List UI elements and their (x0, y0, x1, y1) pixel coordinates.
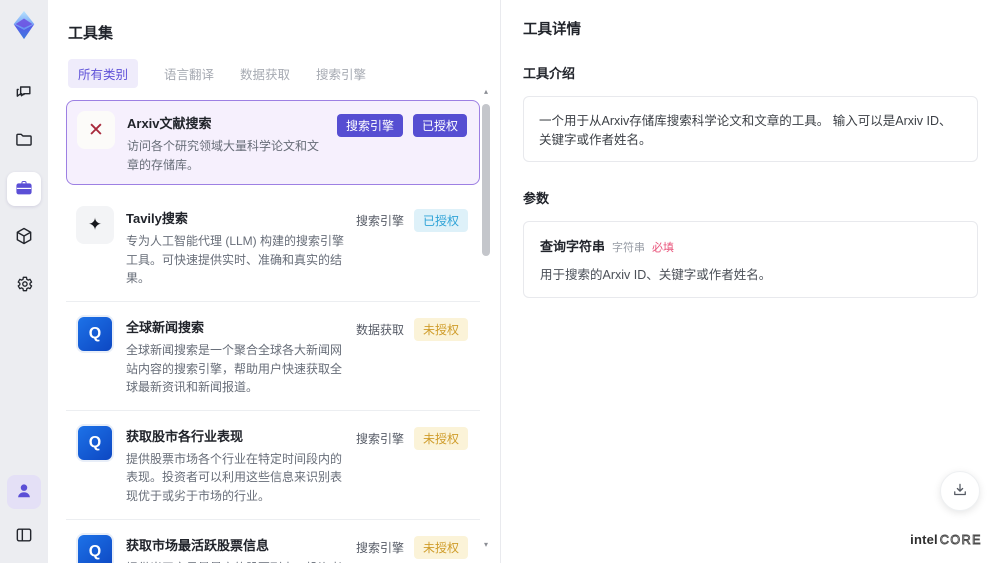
app-window: 工具集 所有类别 语言翻译 数据获取 搜索引擎 ✕ Arxiv文献搜索 访问各个研究领… (0, 0, 1000, 563)
sidebar-item-tools[interactable] (7, 172, 41, 206)
params-section-title: 参数 (523, 191, 550, 206)
core-wordmark: core (939, 533, 982, 548)
tool-auth-badge: 未授权 (413, 426, 468, 450)
tab-0[interactable]: 所有类别 (68, 59, 139, 88)
tool-category-tag: 数据获取 (355, 322, 404, 337)
download-button[interactable] (940, 471, 980, 511)
tool-auth-badge: 未授权 (413, 535, 468, 559)
tool-name: Arxiv文献搜索 (127, 116, 212, 131)
tool-auth-badge: 已授权 (412, 114, 467, 137)
folder-icon (14, 130, 34, 153)
tool-category-tag: 搜索引擎 (355, 214, 404, 229)
category-tabs: 所有类别 语言翻译 数据获取 搜索引擎 (68, 59, 476, 88)
tool-auth-badge: 未授权 (413, 317, 468, 341)
sidebar (0, 0, 48, 563)
scroll-down-arrow-icon[interactable]: ▾ (484, 541, 488, 549)
tool-category-tag: 搜索引擎 (336, 114, 403, 137)
parameter-description: 用于搜索的Arxiv ID、关键字或作者姓名。 (540, 268, 772, 282)
detail-title: 工具详情 (523, 22, 581, 38)
tool-description: 专为人工智能代理 (LLM) 构建的搜索引擎工具。可快速提供实时、准确和真实的结… (126, 234, 345, 286)
tab-1[interactable]: 语言翻译 (164, 59, 214, 88)
sidebar-item-settings[interactable] (7, 268, 41, 302)
sidebar-item-files[interactable] (7, 124, 41, 158)
tool-name: Tavily搜索 (126, 211, 188, 227)
cube-icon (14, 226, 34, 249)
newsapp-tool-icon: Q (76, 314, 114, 353)
parameter-required-badge: 必填 (652, 242, 675, 254)
tool-intro-box: 一个用于从Arxiv存储库搜索科学论文和文章的工具。 输入可以是Arxiv ID… (523, 96, 978, 162)
tool-list-item[interactable]: Q 全球新闻搜索 全球新闻搜索是一个聚合全球各大新闻网站内容的搜索引擎，帮助用户… (66, 301, 480, 411)
tool-detail-panel: 工具详情 工具介绍 一个用于从Arxiv存储库搜索科学论文和文章的工具。 输入可… (501, 0, 1000, 563)
page-title: 工具集 (68, 25, 114, 42)
intel-core-logo: intel core (910, 532, 982, 547)
chat-icon (14, 82, 34, 105)
tool-list-item[interactable]: Q 获取市场最活跃股票信息 提供当天交易量最高的股票列表，投资者可以利用这些信息… (66, 519, 480, 563)
tool-auth-badge: 已授权 (413, 209, 468, 233)
tool-category-tag: 搜索引擎 (355, 431, 404, 446)
tool-name: 获取市场最活跃股票信息 (126, 537, 270, 553)
sidebar-item-user[interactable] (7, 475, 41, 509)
sidebar-bottom (7, 475, 41, 553)
arxiv-tool-icon: ✕ (77, 111, 115, 149)
sidebar-nav (7, 76, 41, 302)
sparkle-tool-icon: ✦ (76, 206, 114, 245)
tool-list: ✕ Arxiv文献搜索 访问各个研究领域大量科学论文和文章的存储库。 搜索引擎 … (66, 100, 480, 563)
tool-name: 全球新闻搜索 (126, 319, 205, 335)
tool-description: 提供股票市场各个行业在特定时间段内的表现。投资者可以利用这些信息来识别表现优于或… (126, 451, 343, 503)
newsapp-tool-icon: Q (76, 423, 114, 462)
tools-list-panel: 工具集 所有类别 语言翻译 数据获取 搜索引擎 ✕ Arxiv文献搜索 访问各个研究领… (48, 0, 500, 563)
tool-list-item[interactable]: Q 获取股市各行业表现 提供股票市场各个行业在特定时间段内的表现。投资者可以利用… (66, 410, 480, 520)
list-scrollbar[interactable]: ▴ ▾ (481, 88, 491, 549)
parameter-type: 字符串 (612, 242, 646, 254)
newsapp-tool-icon: Q (76, 532, 114, 563)
tool-description: 提供当天交易量最高的股票列表，投资者可以利用这些信息来识别流动性强的股票和潜在的… (126, 559, 346, 563)
briefcase-icon (14, 178, 34, 201)
tool-list-item[interactable]: ✕ Arxiv文献搜索 访问各个研究领域大量科学论文和文章的存储库。 搜索引擎 … (66, 100, 480, 186)
parameter-header: 查询字符串 字符串 必填 (540, 236, 961, 255)
download-icon (951, 481, 969, 502)
intel-wordmark: intel (910, 532, 938, 547)
sidebar-panel-icon (14, 525, 34, 548)
user-icon (14, 481, 34, 504)
tool-category-tag: 搜索引擎 (355, 540, 404, 555)
app-logo (7, 8, 41, 42)
scrollbar-track[interactable] (482, 96, 490, 541)
sidebar-item-chat[interactable] (7, 76, 41, 110)
tab-3[interactable]: 搜索引擎 (316, 59, 366, 88)
tool-description: 访问各个研究领域大量科学论文和文章的存储库。 (127, 139, 320, 172)
parameter-name: 查询字符串 (540, 239, 606, 254)
tool-name: 获取股市各行业表现 (126, 428, 244, 444)
scrollbar-thumb[interactable] (482, 104, 490, 256)
scroll-up-arrow-icon[interactable]: ▴ (484, 88, 488, 96)
sidebar-item-models[interactable] (7, 220, 41, 254)
tool-description: 全球新闻搜索是一个聚合全球各大新闻网站内容的搜索引擎，帮助用户快速获取全球最新资… (126, 342, 343, 395)
tab-2[interactable]: 数据获取 (240, 59, 290, 88)
intro-section-title: 工具介绍 (523, 66, 576, 81)
tool-intro-text: 一个用于从Arxiv存储库搜索科学论文和文章的工具。 输入可以是Arxiv ID… (539, 114, 952, 147)
sidebar-item-collapse[interactable] (7, 519, 41, 553)
tool-list-item[interactable]: ✦ Tavily搜索 专为人工智能代理 (LLM) 构建的搜索引擎工具。可快速提… (66, 193, 480, 302)
parameter-card: 查询字符串 字符串 必填 用于搜索的Arxiv ID、关键字或作者姓名。 (523, 221, 978, 298)
gear-icon (14, 274, 34, 297)
